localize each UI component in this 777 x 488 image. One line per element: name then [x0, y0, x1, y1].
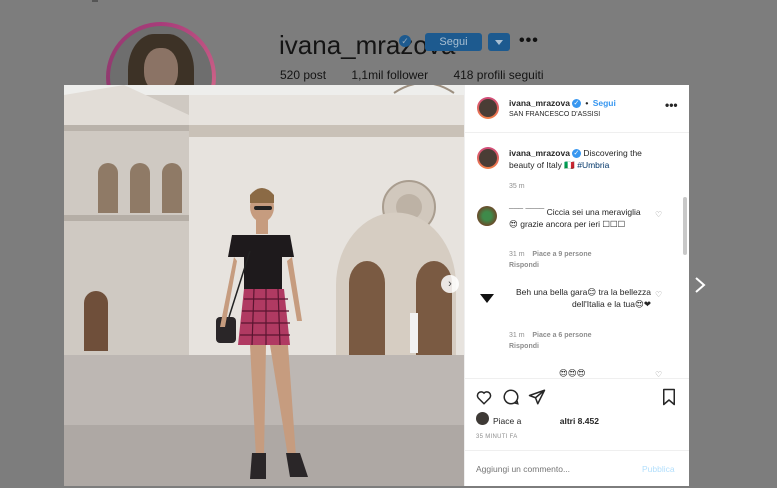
chevron-right-icon[interactable]: ›	[441, 275, 459, 293]
publish-button[interactable]: Pubblica	[642, 464, 675, 474]
more-horizontal-icon[interactable]: •••	[519, 32, 539, 50]
caption-hashtag[interactable]: #Umbria	[577, 160, 609, 170]
chevron-down-icon[interactable]	[488, 33, 510, 51]
comment-likes[interactable]: Piace a 9 persone	[532, 251, 591, 258]
comment-likes[interactable]: Piace a 6 persone	[532, 332, 591, 339]
avatar[interactable]	[477, 288, 497, 308]
post-time[interactable]: 35 MINUTI FA	[476, 434, 518, 440]
caption-time[interactable]: 35 m	[509, 183, 525, 190]
bookmark-icon[interactable]	[661, 388, 677, 406]
post-sidebar: ivana_mrazova ✓ • Segui SAN FRANCESCO D'A…	[464, 85, 689, 486]
header-separator: •	[585, 98, 589, 108]
top-fragment	[92, 0, 98, 2]
heart-icon[interactable]: ♡	[655, 290, 662, 299]
comments-scrollbar[interactable]	[683, 197, 687, 255]
post-header: ivana_mrazova ✓ • Segui SAN FRANCESCO D'A…	[465, 85, 689, 133]
comment-meta: 31 m Piace a 6 persone	[509, 332, 592, 339]
comment-meta: 31 m Piace a 9 persone	[509, 251, 592, 258]
likes-others[interactable]: altri 8.452	[560, 416, 599, 426]
post-author-username[interactable]: ivana_mrazova	[509, 98, 570, 108]
posts-count[interactable]: 520 post	[280, 68, 326, 82]
heart-icon[interactable]	[475, 388, 493, 406]
followers-count[interactable]: 1,1mil follower	[351, 68, 428, 82]
chevron-right-icon[interactable]	[694, 276, 706, 297]
comment-text: Beh una bella gara😊 tra la bellezza dell…	[515, 287, 651, 309]
comments-list[interactable]: ivana_mrazova ✓ Discovering the beauty of…	[465, 133, 689, 378]
follow-button[interactable]: Segui	[593, 98, 616, 108]
likes-prefix: Piace a	[493, 416, 522, 426]
post-modal: › ivana_mrazova ✓ • Segui SAN FRANCESCO D…	[64, 85, 689, 486]
profile-follow-button[interactable]: Segui	[425, 33, 482, 51]
comment-time[interactable]: 31 m	[509, 332, 525, 339]
comment-text: 😍😍😍	[559, 368, 586, 378]
verified-check-icon: ✓	[571, 99, 581, 109]
likes-summary: Piace a altri 8.452	[493, 416, 599, 426]
post-location[interactable]: SAN FRANCESCO D'ASSISI	[509, 111, 600, 118]
post-image	[64, 85, 464, 486]
verified-check-icon: ✓	[571, 149, 581, 159]
profile-stats: 520 post 1,1mil follower 418 profili seg…	[280, 68, 566, 82]
post-author: ivana_mrazova ✓ • Segui	[509, 98, 616, 109]
avatar[interactable]	[477, 147, 499, 169]
comment-time[interactable]: 31 m	[509, 251, 525, 258]
caption-username[interactable]: ivana_mrazova	[509, 148, 570, 158]
post-photo[interactable]: ›	[64, 85, 464, 486]
post-caption: ivana_mrazova ✓ Discovering the beauty of…	[509, 147, 659, 171]
comment-input[interactable]	[476, 464, 626, 474]
post-actions: Piace a altri 8.452 35 MINUTI FA Pubblic…	[465, 378, 689, 487]
avatar[interactable]	[477, 97, 499, 119]
avatar[interactable]	[476, 412, 489, 425]
add-comment-bar: Pubblica	[465, 450, 689, 488]
following-count[interactable]: 418 profili seguiti	[453, 68, 543, 82]
heart-icon[interactable]: ♡	[655, 210, 662, 219]
verified-check-icon: ✓	[399, 35, 411, 47]
heart-icon[interactable]: ♡	[655, 370, 662, 378]
avatar[interactable]	[477, 206, 497, 226]
reply-button[interactable]: Rispondi	[509, 262, 539, 269]
comment-bubble-icon[interactable]	[502, 388, 520, 406]
more-horizontal-icon[interactable]: •••	[665, 98, 678, 112]
reply-button[interactable]: Rispondi	[509, 343, 539, 350]
paper-plane-icon[interactable]	[528, 388, 546, 406]
comment-text: ¯¯¯ ¯¯¯¯ Ciccia sei una meraviglia 😍 gra…	[509, 207, 641, 229]
